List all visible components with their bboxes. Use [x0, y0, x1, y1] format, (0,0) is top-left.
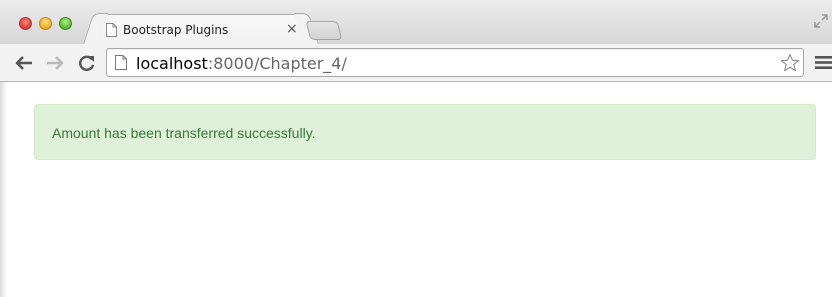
tab-title: Bootstrap Plugins [123, 23, 229, 37]
back-arrow-icon[interactable] [14, 54, 34, 72]
fullscreen-icon[interactable] [814, 14, 828, 28]
maximize-window-button[interactable] [59, 17, 72, 30]
address-bar[interactable]: localhost:8000/Chapter_4/ [106, 48, 804, 77]
page-icon [115, 55, 127, 70]
page-icon [106, 23, 117, 37]
url-text[interactable]: localhost:8000/Chapter_4/ [136, 54, 347, 73]
tab-bootstrap-plugins[interactable]: Bootstrap Plugins × [96, 14, 306, 45]
tab-close-icon[interactable]: × [286, 21, 298, 37]
success-alert: Amount has been transferred successfully… [34, 104, 816, 160]
bookmark-star-icon[interactable] [780, 53, 800, 73]
reload-icon[interactable] [77, 54, 97, 72]
hamburger-menu-icon[interactable] [815, 55, 832, 70]
alert-message: Amount has been transferred successfully… [52, 125, 316, 141]
new-tab-button[interactable] [305, 21, 343, 40]
forward-arrow-icon[interactable] [45, 54, 65, 72]
browser-toolbar: localhost:8000/Chapter_4/ [0, 44, 832, 82]
title-bar: Bootstrap Plugins × [0, 0, 832, 45]
minimize-window-button[interactable] [39, 17, 52, 30]
url-host: localhost [136, 54, 208, 73]
close-window-button[interactable] [19, 17, 32, 30]
window-edge [0, 82, 7, 297]
url-path: :8000/Chapter_4/ [207, 54, 347, 73]
